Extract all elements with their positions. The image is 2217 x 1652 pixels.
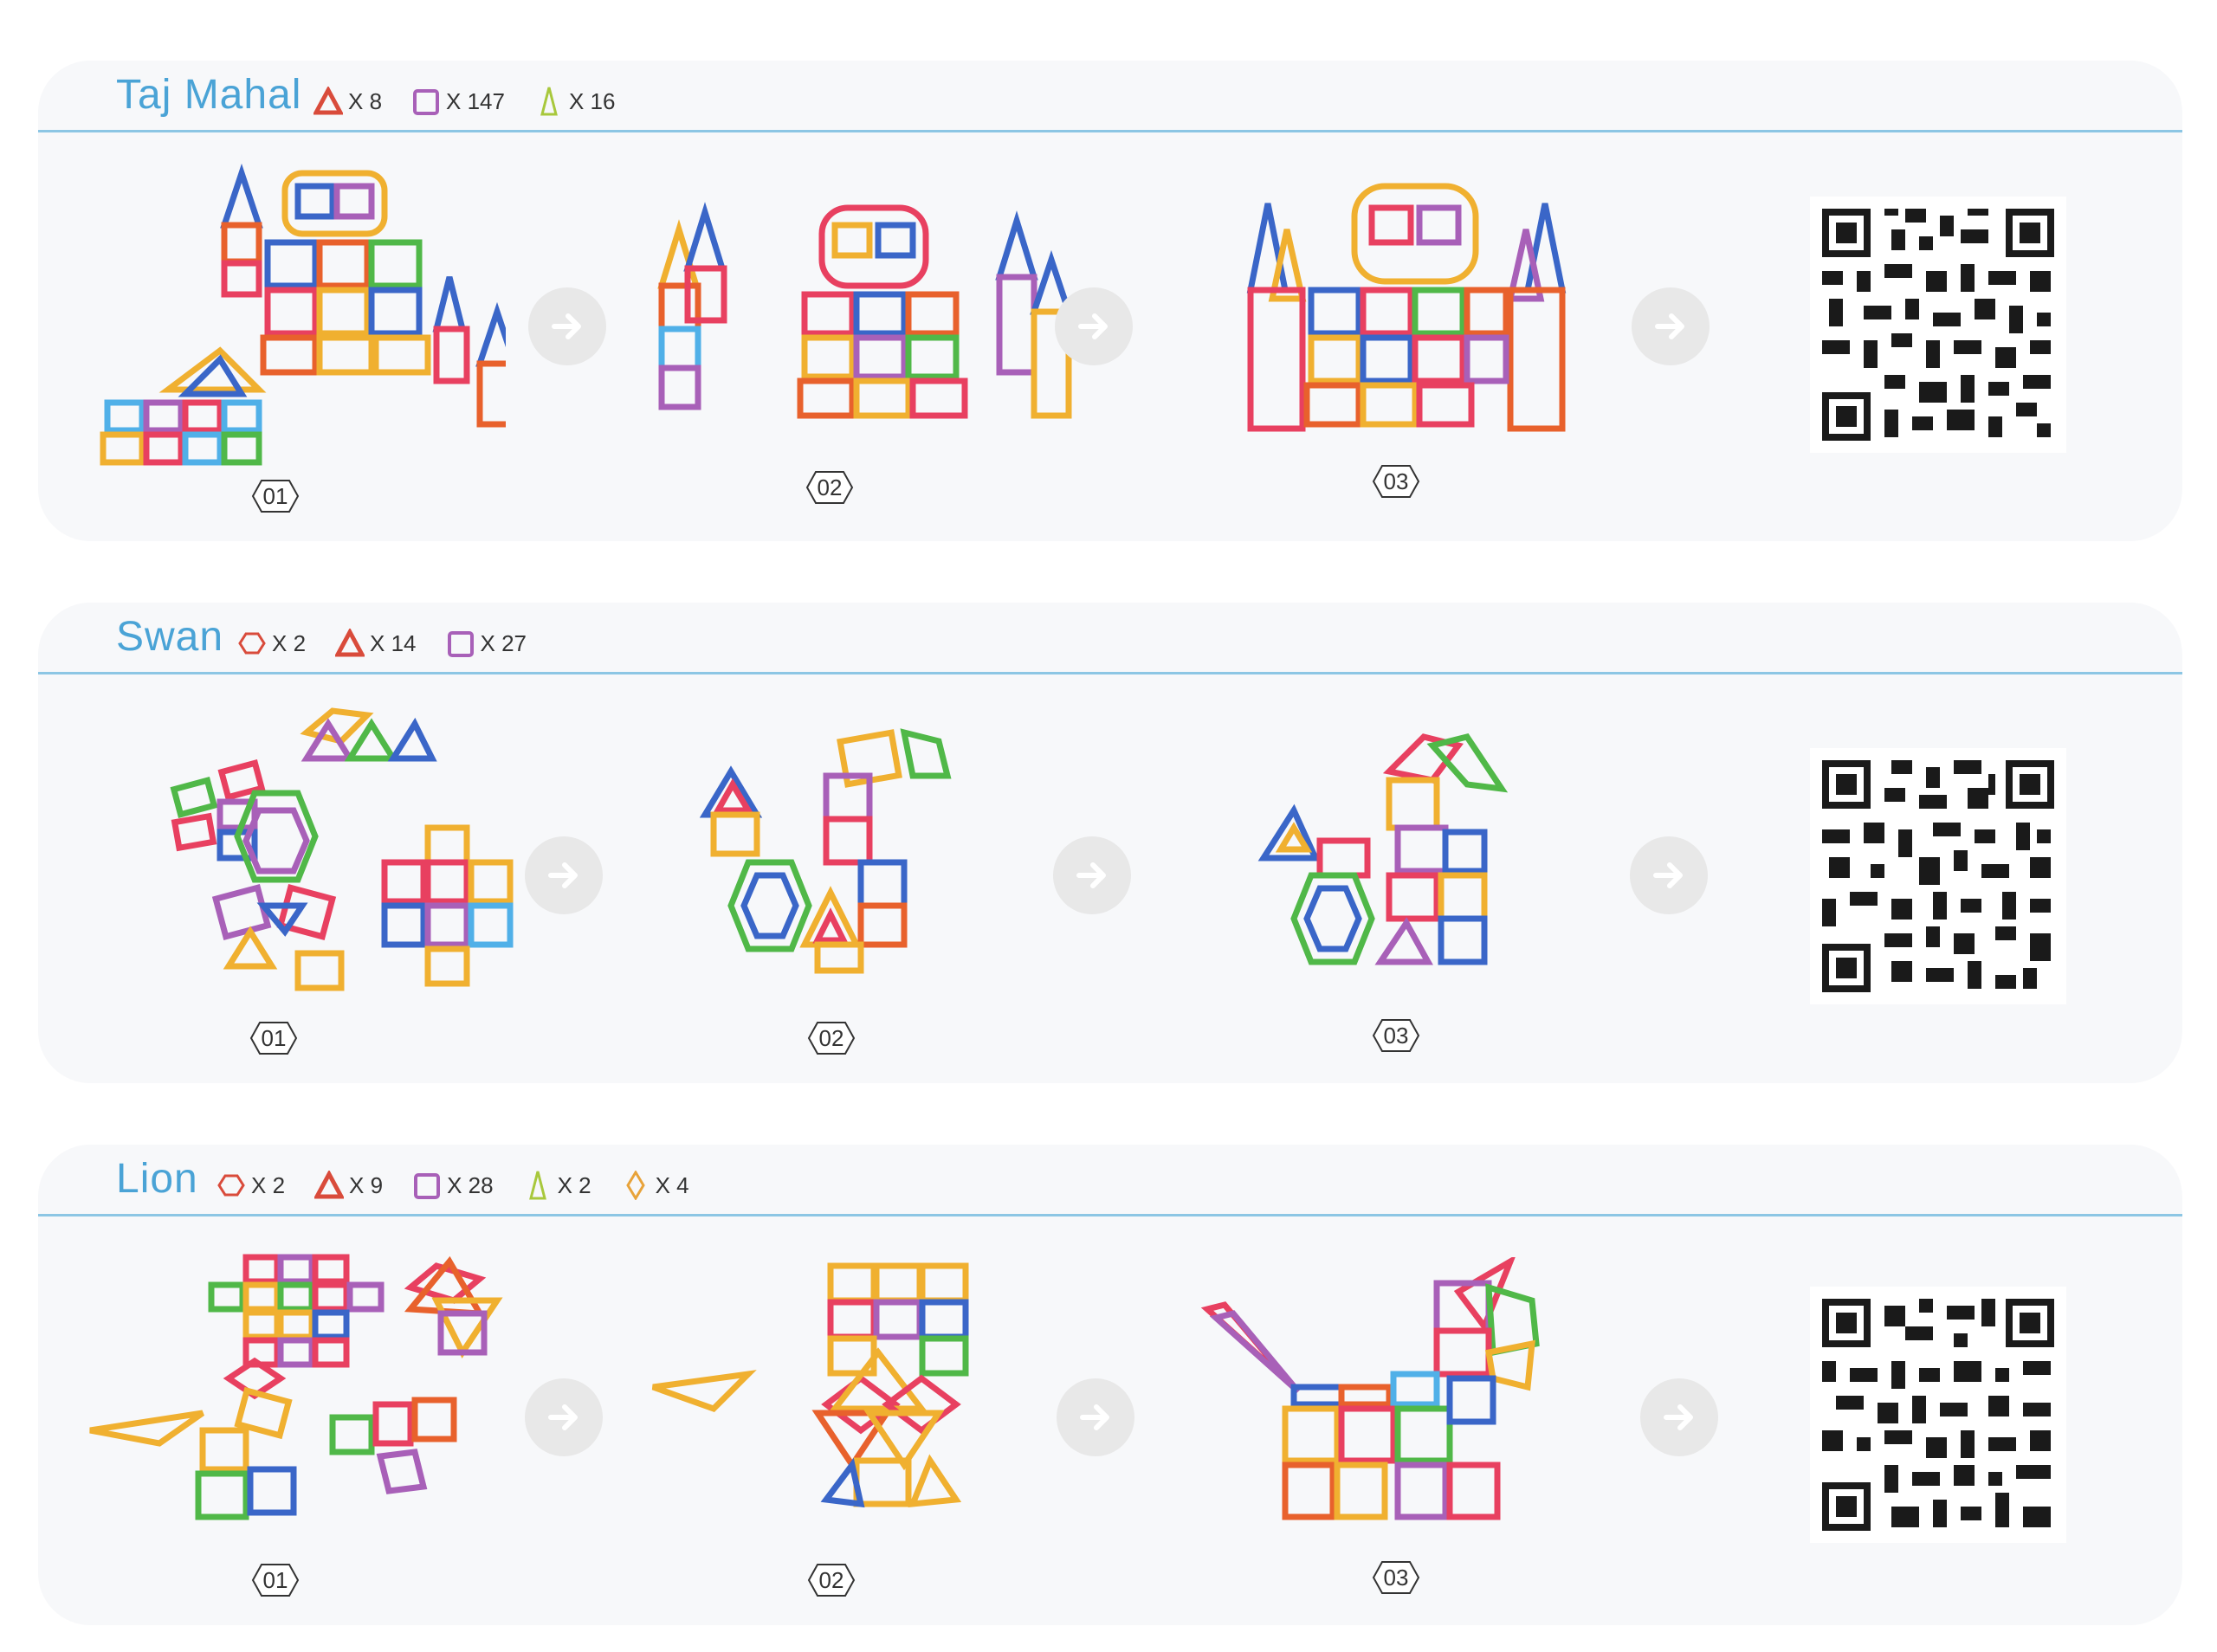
next-step-arrow-icon (1630, 836, 1708, 914)
panel-header: Swan X 2 X 14 X 27 (38, 603, 2182, 672)
qr-code[interactable] (1810, 197, 2066, 453)
piece-count: X 28 (447, 1171, 494, 1198)
panel-header: Lion X 2 X 9 X 28 X 2 X 4 (38, 1145, 2182, 1214)
piece-count: X 2 (251, 1171, 286, 1198)
long-triangle-piece-icon (528, 1171, 546, 1200)
piece-item: X 14 (335, 629, 417, 658)
step-number-badge: 01 (251, 479, 300, 513)
piece-count: X 27 (480, 629, 527, 656)
step-number-badge: 02 (807, 1563, 856, 1597)
build-panel-taj-mahal: Taj Mahal X 8 X 147 X 16 01 02 03 (38, 61, 2182, 541)
build-step-image (73, 1249, 558, 1543)
panel-title: Lion (116, 1156, 198, 1202)
qr-code[interactable] (1810, 748, 2066, 1004)
piece-item: X 4 (621, 1171, 689, 1200)
hexagon-piece-icon (238, 632, 266, 655)
step-number-badge: 01 (251, 1563, 300, 1597)
next-step-arrow-icon (528, 287, 606, 365)
step-number-badge: 03 (1372, 1560, 1420, 1595)
piece-item: X 2 (523, 1171, 591, 1200)
step-number-badge: 03 (1372, 1018, 1420, 1053)
next-step-arrow-icon (1632, 287, 1710, 365)
build-step-image (1233, 177, 1597, 437)
build-step-image (90, 707, 558, 992)
triangle-piece-icon (335, 629, 365, 657)
header-divider (38, 130, 2182, 132)
piece-item: X 9 (314, 1171, 383, 1200)
panel-header: Taj Mahal X 8 X 147 X 16 (38, 61, 2182, 130)
panel-title: Swan (116, 614, 224, 660)
piece-list: X 8 X 147 X 16 (313, 87, 644, 116)
piece-item: X 147 (411, 87, 505, 116)
next-step-arrow-icon (1053, 836, 1131, 914)
build-step-image (627, 190, 1095, 424)
piece-count: X 9 (349, 1171, 384, 1198)
square-piece-icon (414, 1173, 441, 1199)
piece-count: X 16 (568, 87, 616, 114)
qr-code[interactable] (1810, 1287, 2066, 1543)
build-step-image (1199, 1257, 1597, 1543)
piece-item: X 28 (412, 1171, 494, 1200)
triangle-piece-icon (314, 1171, 345, 1199)
piece-count: X 14 (370, 629, 417, 656)
piece-list: X 2 X 14 X 27 (237, 629, 556, 658)
build-panel-swan: Swan X 2 X 14 X 27 01 02 03 (38, 603, 2182, 1083)
piece-item: X 2 (237, 629, 306, 658)
next-step-arrow-icon (1640, 1378, 1718, 1456)
header-divider (38, 672, 2182, 674)
piece-list: X 2 X 9 X 28 X 2 X 4 (217, 1171, 719, 1200)
square-piece-icon (447, 631, 474, 657)
piece-count: X 2 (557, 1171, 591, 1198)
long-triangle-piece-icon (540, 87, 558, 116)
piece-count: X 8 (348, 87, 383, 114)
piece-count: X 4 (655, 1171, 689, 1198)
triangle-piece-icon (313, 87, 343, 115)
piece-item: X 8 (313, 87, 382, 116)
build-step-image (644, 1257, 1043, 1543)
step-number-badge: 02 (807, 1021, 856, 1055)
build-step-image (55, 156, 506, 468)
build-step-image (696, 724, 991, 975)
next-step-arrow-icon (525, 1378, 603, 1456)
piece-count: X 147 (446, 87, 505, 114)
next-step-arrow-icon (1057, 1378, 1134, 1456)
build-step-image (1251, 720, 1545, 997)
step-number-badge: 01 (249, 1021, 298, 1055)
step-number-badge: 03 (1372, 464, 1420, 499)
panel-title: Taj Mahal (116, 72, 302, 118)
piece-item: X 27 (446, 629, 527, 658)
rhombus-piece-icon (625, 1171, 645, 1200)
hexagon-piece-icon (217, 1174, 245, 1197)
piece-count: X 2 (272, 629, 307, 656)
next-step-arrow-icon (1055, 287, 1133, 365)
header-divider (38, 1214, 2182, 1216)
build-panel-lion: Lion X 2 X 9 X 28 X 2 X 4 01 02 03 (38, 1145, 2182, 1625)
step-number-badge: 02 (805, 470, 854, 505)
piece-item: X 2 (217, 1171, 285, 1200)
piece-item: X 16 (534, 87, 616, 116)
square-piece-icon (413, 89, 440, 115)
next-step-arrow-icon (525, 836, 603, 914)
